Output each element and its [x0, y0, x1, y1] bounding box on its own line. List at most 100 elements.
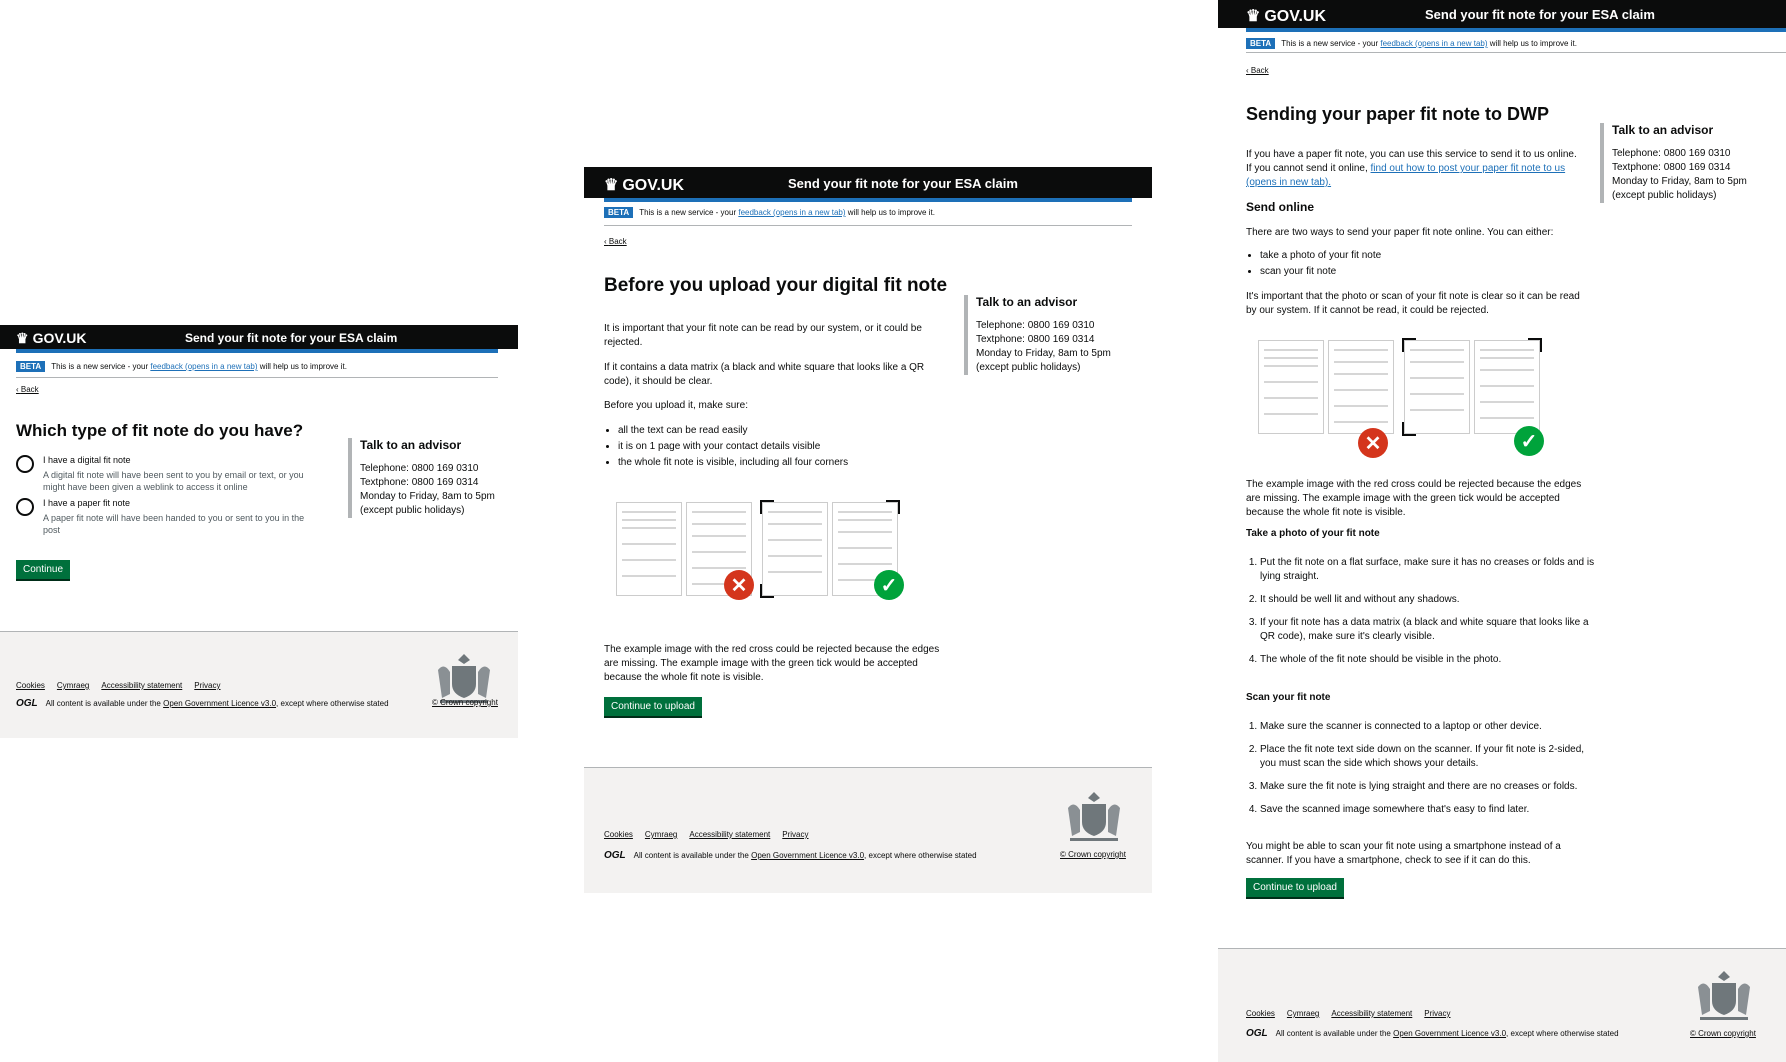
scan-heading: Scan your fit note: [1246, 692, 1331, 703]
crown-copyright-link[interactable]: © Crown copyright: [1060, 850, 1126, 859]
service-name[interactable]: Send your fit note for your ESA claim: [788, 176, 1018, 191]
licence-link[interactable]: Open Government Licence v3.0: [163, 699, 276, 708]
header: ♛ GOV.UK Send your fit note for your ESA …: [1218, 0, 1786, 28]
radio-paper[interactable]: I have a paper fit note A paper fit note…: [16, 498, 307, 536]
feedback-link[interactable]: feedback (opens in a new tab): [1380, 39, 1487, 48]
footer-link-privacy[interactable]: Privacy: [782, 830, 808, 839]
list-item: It should be well lit and without any sh…: [1260, 593, 1600, 607]
example-caption: The example image with the red cross cou…: [1246, 479, 1582, 518]
continue-button[interactable]: Continue: [16, 560, 71, 579]
radio-digital[interactable]: I have a digital fit note A digital fit …: [16, 455, 307, 493]
ways-list: take a photo of your fit note scan your …: [1246, 248, 1594, 280]
crown-copyright-link[interactable]: © Crown copyright: [432, 698, 498, 707]
divider: [16, 377, 498, 378]
govuk-logo[interactable]: ♛ GOV.UK: [16, 330, 87, 347]
footer-links: Cookies Cymraeg Accessibility statement …: [1246, 1009, 1451, 1018]
back-link[interactable]: ‹ Back: [16, 385, 39, 394]
beta-tag: BETA: [16, 361, 46, 372]
phase-banner: BETA This is a new service - your feedba…: [1246, 38, 1577, 49]
ogl-logo: OGL: [16, 698, 38, 709]
feedback-link[interactable]: feedback (opens in a new tab): [150, 362, 257, 371]
list-item: the whole fit note is visible, including…: [618, 455, 948, 471]
send-online-heading: Send online: [1246, 200, 1315, 214]
royal-coat-of-arms-icon: [1698, 971, 1750, 1020]
licence: OGL All content is available under the O…: [604, 850, 977, 861]
header-accent-bar: [1246, 28, 1786, 32]
govuk-logo[interactable]: ♛ GOV.UK: [1246, 6, 1326, 26]
advisor-panel: Talk to an advisor Telephone: 0800 169 0…: [964, 295, 1111, 375]
footer-link-accessibility[interactable]: Accessibility statement: [101, 681, 182, 690]
scan-steps: Make sure the scanner is connected to a …: [1246, 720, 1600, 826]
list-item: it is on 1 page with your contact detail…: [618, 439, 948, 455]
header: ♛ GOV.UK Send your fit note for your ESA …: [0, 325, 518, 349]
list-item: Save the scanned image somewhere that's …: [1260, 803, 1600, 817]
footer-link-cymraeg[interactable]: Cymraeg: [57, 681, 89, 690]
licence: OGL All content is available under the O…: [1246, 1028, 1619, 1039]
service-name[interactable]: Send your fit note for your ESA claim: [1425, 7, 1655, 22]
accepted-example-image: ✓: [760, 500, 904, 600]
crown-icon: ♛: [1246, 8, 1261, 25]
licence-link[interactable]: Open Government Licence v3.0: [751, 851, 864, 860]
service-name[interactable]: Send your fit note for your ESA claim: [185, 331, 397, 345]
two-ways-paragraph: There are two ways to send your paper fi…: [1246, 227, 1554, 238]
footer-link-cookies[interactable]: Cookies: [604, 830, 633, 839]
back-link[interactable]: ‹ Back: [1246, 66, 1269, 75]
crown-icon: ♛: [604, 177, 619, 194]
list-item: all the text can be read easily: [618, 423, 948, 439]
phase-banner: BETA This is a new service - your feedba…: [604, 207, 935, 218]
crown-copyright-link[interactable]: © Crown copyright: [1690, 1029, 1756, 1038]
red-cross-icon: ✕: [1358, 428, 1388, 458]
licence: OGL All content is available under the O…: [16, 698, 389, 709]
footer-link-cymraeg[interactable]: Cymraeg: [645, 830, 677, 839]
footer-links: Cookies Cymraeg Accessibility statement …: [604, 830, 809, 839]
back-link[interactable]: ‹ Back: [604, 237, 627, 246]
radio-paper-hint: A paper fit note will have been handed t…: [43, 513, 305, 535]
footer-link-privacy[interactable]: Privacy: [1424, 1009, 1450, 1018]
photo-steps: Put the fit note on a flat surface, make…: [1246, 556, 1600, 676]
list-item: scan your fit note: [1260, 264, 1594, 280]
page-sending-paper-fit-note: ♛ GOV.UK Send your fit note for your ESA …: [1218, 0, 1786, 1062]
footer-link-privacy[interactable]: Privacy: [194, 681, 220, 690]
footer-link-cookies[interactable]: Cookies: [1246, 1009, 1275, 1018]
data-matrix-paragraph: If it contains a data matrix (a black an…: [604, 362, 925, 387]
green-tick-icon: ✓: [874, 570, 904, 600]
footer-link-accessibility[interactable]: Accessibility statement: [1331, 1009, 1412, 1018]
radio-paper-input[interactable]: [16, 498, 34, 516]
footer-links: Cookies Cymraeg Accessibility statement …: [16, 681, 221, 690]
list-item: Make sure the fit note is lying straight…: [1260, 780, 1600, 794]
divider: [604, 225, 1132, 226]
govuk-logo[interactable]: ♛ GOV.UK: [604, 175, 684, 195]
beta-tag: BETA: [1246, 38, 1276, 49]
licence-link[interactable]: Open Government Licence v3.0: [1393, 1029, 1506, 1038]
footer: Cookies Cymraeg Accessibility statement …: [0, 631, 518, 738]
checklist: all the text can be read easily it is on…: [604, 423, 948, 471]
phase-banner: BETA This is a new service - your feedba…: [16, 361, 347, 372]
example-images: ✕ ✓: [616, 500, 904, 600]
advisor-panel: Talk to an advisor Telephone: 0800 169 0…: [348, 438, 495, 518]
advisor-panel: Talk to an advisor Telephone: 0800 169 0…: [1600, 123, 1747, 203]
example-caption: The example image with the red cross cou…: [604, 644, 940, 683]
list-item: Make sure the scanner is connected to a …: [1260, 720, 1600, 734]
footer-link-cymraeg[interactable]: Cymraeg: [1287, 1009, 1319, 1018]
ogl-logo: OGL: [1246, 1028, 1268, 1039]
feedback-link[interactable]: feedback (opens in a new tab): [738, 208, 845, 217]
green-tick-icon: ✓: [1514, 426, 1544, 456]
continue-to-upload-button[interactable]: Continue to upload: [604, 697, 702, 716]
radio-digital-hint: A digital fit note will have been sent t…: [43, 470, 304, 492]
radio-digital-label[interactable]: I have a digital fit note: [43, 455, 307, 465]
continue-to-upload-button[interactable]: Continue to upload: [1246, 878, 1344, 897]
footer-link-accessibility[interactable]: Accessibility statement: [689, 830, 770, 839]
take-photo-heading: Take a photo of your fit note: [1246, 528, 1380, 539]
list-item: Put the fit note on a flat surface, make…: [1260, 556, 1600, 584]
footer-link-cookies[interactable]: Cookies: [16, 681, 45, 690]
royal-coat-of-arms-icon: [1068, 792, 1120, 841]
intro-paragraph: It is important that your fit note can b…: [604, 323, 922, 348]
page-title: Sending your paper fit note to DWP: [1246, 104, 1549, 124]
page-title: Before you upload your digital fit note: [604, 275, 948, 296]
list-item: The whole of the fit note should be visi…: [1260, 653, 1600, 667]
list-item: If your fit note has a data matrix (a bl…: [1260, 616, 1600, 644]
divider: [1246, 52, 1786, 53]
beta-tag: BETA: [604, 207, 634, 218]
radio-paper-label[interactable]: I have a paper fit note: [43, 498, 307, 508]
radio-digital-input[interactable]: [16, 455, 34, 473]
